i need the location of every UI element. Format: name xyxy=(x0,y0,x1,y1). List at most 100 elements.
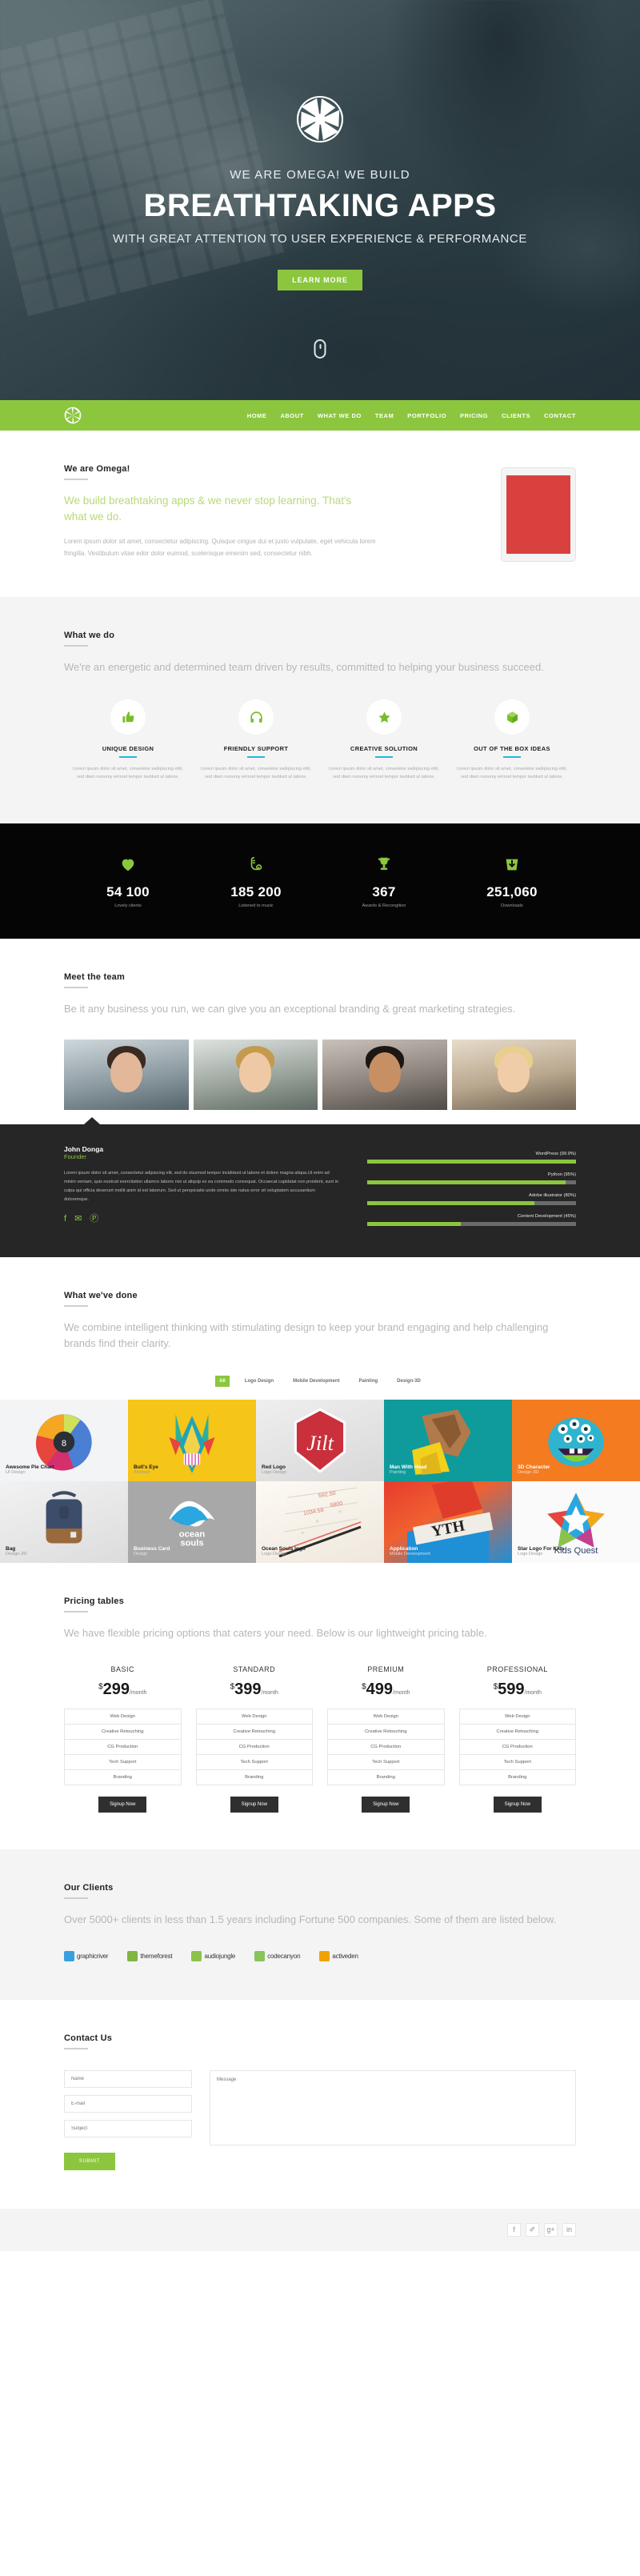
counter-list: 54 100 Lovely clients 185 200 Listened t… xyxy=(64,852,576,908)
contact-title: Contact Us xyxy=(64,2033,113,2043)
clients-section: Our Clients Over 5000+ clients in less t… xyxy=(0,1849,640,2000)
portfolio-item-title: Red Logo xyxy=(262,1464,286,1471)
portfolio-item[interactable]: 8 Awesome Pie Chart UI Design xyxy=(0,1400,128,1482)
plan-price: $499/month xyxy=(327,1681,445,1699)
plan-feature: Web Design xyxy=(458,1709,576,1725)
counter-awards: 367 Awards & Recongition xyxy=(320,852,448,908)
portfolio-item[interactable]: Kids Quest Star Logo For Kids Logo Desig… xyxy=(512,1481,640,1564)
team-member-photo-4[interactable] xyxy=(451,1039,576,1110)
google-plus-icon[interactable]: g+ xyxy=(544,2222,558,2237)
team-member-photo-3[interactable] xyxy=(322,1039,447,1110)
client-logo-themeforest[interactable]: themeforest xyxy=(127,1950,173,1961)
portfolio-item[interactable]: ocean souls Business Card Design xyxy=(128,1481,256,1564)
portfolio-item-caption: Business Card Design xyxy=(134,1546,170,1556)
plan-name: STANDARD xyxy=(233,1665,276,1674)
portfolio-section: What we've done We combine intelligent t… xyxy=(0,1256,640,1564)
submit-button[interactable]: SUBMIT xyxy=(64,2152,115,2170)
signup-now-button[interactable]: Signup Now xyxy=(362,1797,410,1813)
graphicriver-icon xyxy=(64,1950,74,1961)
feature-list: UNIQUE DESIGN Lorem ipsum dolor sit amet… xyxy=(64,699,576,782)
trophy-icon xyxy=(320,852,448,876)
skill-track xyxy=(367,1159,576,1164)
facebook-icon[interactable]: f xyxy=(64,1214,66,1224)
feature-underline xyxy=(119,756,137,759)
portfolio-item-category: Logo Design xyxy=(262,1470,287,1476)
svg-text:+: + xyxy=(301,1529,305,1537)
nav-item-team[interactable]: TEAM xyxy=(375,412,394,419)
client-logo-list: graphicriver themeforest audiojungle cod… xyxy=(64,1950,576,1961)
signup-now-button[interactable]: Signup Now xyxy=(493,1797,542,1813)
founder-bio: Lorem ipsum dolor sit amet, consectetur … xyxy=(64,1170,338,1202)
nav-item-clients[interactable]: CLIENTS xyxy=(502,412,530,419)
pricing-plan-list: BASIC $299/month Web Design Creative Ret… xyxy=(64,1665,576,1813)
star-icon xyxy=(366,699,402,735)
portfolio-item[interactable]: 592.50 1034.59 5800 + + + Ocean Souls logo L… xyxy=(256,1481,384,1564)
nav-item-home[interactable]: HOME xyxy=(247,412,267,419)
linkedin-icon[interactable]: in xyxy=(562,2222,576,2237)
nav-item-what-we-do[interactable]: WHAT WE DO xyxy=(318,412,362,419)
nav-item-about[interactable]: ABOUT xyxy=(280,412,303,419)
email-field[interactable] xyxy=(64,2094,192,2113)
portfolio-filter-all[interactable]: All xyxy=(215,1376,230,1388)
plan-feature: Web Design xyxy=(64,1709,182,1725)
section-rule xyxy=(64,2047,88,2049)
audiojungle-icon xyxy=(191,1950,202,1961)
portfolio-item[interactable]: Bull's Eye Abstract xyxy=(128,1400,256,1482)
portfolio-filter-logo-design[interactable]: Logo Design xyxy=(241,1376,278,1387)
hero-subtitle: WITH GREAT ATTENTION TO USER EXPERIENCE … xyxy=(113,232,527,246)
portfolio-filter-painting[interactable]: Painting xyxy=(355,1376,382,1387)
learn-more-button[interactable]: LEARN MORE xyxy=(278,270,362,290)
portfolio-item[interactable]: Man With Head Painting xyxy=(384,1400,512,1482)
portfolio-filter-mobile-development[interactable]: Mobile Development xyxy=(289,1376,343,1387)
founder-name: John Donga xyxy=(64,1144,104,1153)
signup-now-button[interactable]: Signup Now xyxy=(98,1797,147,1813)
about-copy: Lorem ipsum dolor sit amet, consectetur … xyxy=(64,538,376,558)
pricing-title: Pricing tables xyxy=(64,1596,124,1607)
svg-text:8: 8 xyxy=(62,1439,66,1448)
tablet-device-icon xyxy=(501,467,576,562)
feature-underline xyxy=(375,756,393,759)
facebook-icon[interactable]: f xyxy=(507,2222,521,2237)
portfolio-filter-design-3d[interactable]: Design-3D xyxy=(393,1376,425,1387)
plan-period: /month xyxy=(393,1690,410,1697)
portfolio-item[interactable]: Jilt Red Logo Logo Design xyxy=(256,1400,384,1482)
plan-feature: Tech Support xyxy=(458,1754,576,1770)
mouse-scroll-icon[interactable] xyxy=(314,339,326,359)
aperture-logo-icon[interactable] xyxy=(64,407,82,424)
plan-price: $599/month xyxy=(459,1681,577,1699)
name-field[interactable] xyxy=(64,2069,192,2088)
founder-role: Founder xyxy=(64,1152,86,1160)
client-name: graphicriver xyxy=(77,1952,109,1960)
message-field[interactable] xyxy=(210,2069,576,2145)
client-logo-graphicriver[interactable]: graphicriver xyxy=(64,1950,109,1961)
nav-item-contact[interactable]: CONTACT xyxy=(544,412,576,419)
client-logo-audiojungle[interactable]: audiojungle xyxy=(191,1950,235,1961)
portfolio-item[interactable]: Bag Design-3D xyxy=(0,1481,128,1564)
signup-now-button[interactable]: Signup Now xyxy=(230,1797,278,1813)
twitter-icon[interactable]: ✐ xyxy=(526,2222,539,2237)
feature-copy: Lorem ipsum dolor sit amet, consetetur s… xyxy=(201,767,311,780)
skill-python: Python (95%) xyxy=(367,1172,576,1184)
plan-amount: 599 xyxy=(498,1681,525,1699)
plan-feature: Web Design xyxy=(195,1709,313,1725)
subject-field[interactable] xyxy=(64,2119,192,2137)
activeden-icon xyxy=(319,1950,330,1961)
portfolio-item-category: Design xyxy=(134,1552,148,1557)
client-logo-codecanyon[interactable]: codecanyon xyxy=(254,1950,301,1961)
portfolio-item[interactable]: YTH Application Mobile Development xyxy=(384,1481,512,1564)
portfolio-item[interactable]: 3D Character Design-3D xyxy=(512,1400,640,1482)
team-member-photo-1[interactable] xyxy=(64,1039,189,1110)
skill-content-development: Content Development (45%) xyxy=(367,1214,576,1226)
svg-text:1034.59: 1034.59 xyxy=(303,1507,325,1516)
team-title: Meet the team xyxy=(64,972,125,982)
client-name: activeden xyxy=(332,1952,358,1960)
twitter-icon[interactable]: ✉ xyxy=(74,1214,82,1224)
client-logo-activeden[interactable]: activeden xyxy=(319,1950,358,1961)
team-member-photo-2[interactable] xyxy=(193,1039,318,1110)
portfolio-item-title: Business Card xyxy=(134,1546,170,1552)
pinterest-icon[interactable]: Ⓟ xyxy=(90,1214,98,1224)
nav-item-portfolio[interactable]: PORTFOLIO xyxy=(407,412,446,419)
nav-item-pricing[interactable]: PRICING xyxy=(460,412,488,419)
plan-feature: Creative Retouching xyxy=(195,1724,313,1740)
portfolio-grid: 8 Awesome Pie Chart UI Design Bull's Eye… xyxy=(0,1400,640,1564)
